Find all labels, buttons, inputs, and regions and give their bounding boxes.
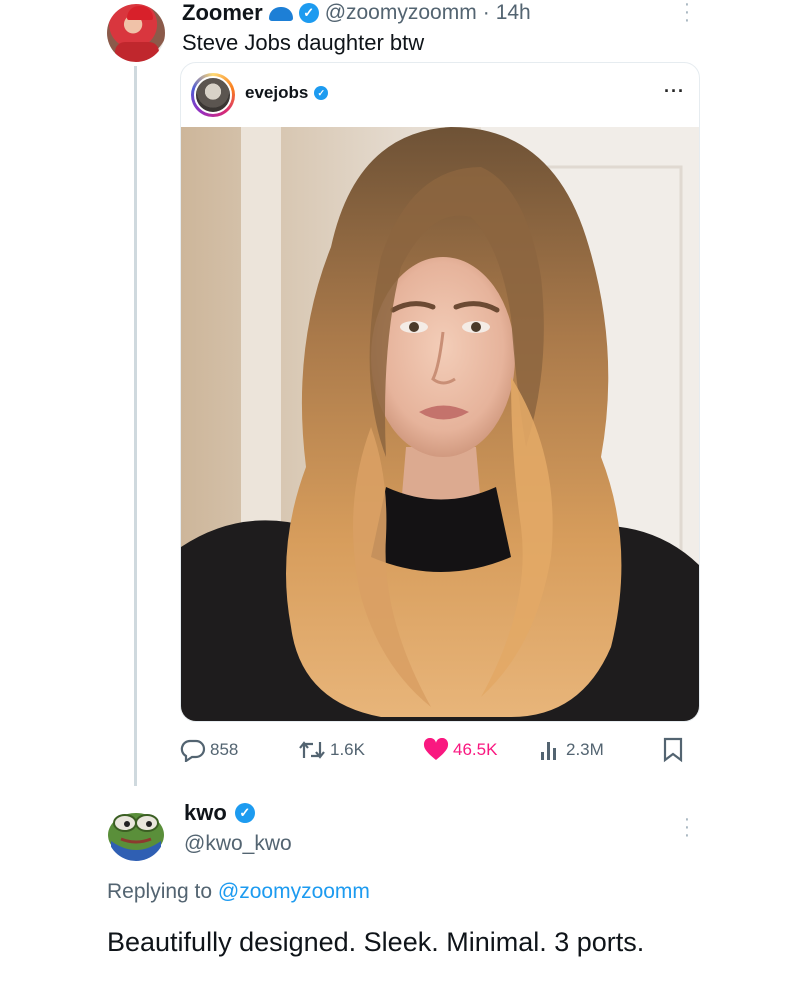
heart-icon bbox=[423, 738, 449, 760]
retweet-button[interactable]: 1.6K bbox=[298, 735, 365, 765]
tweet-action-bar: 858 1.6K 46.5K 2.3M bbox=[180, 735, 690, 765]
tweet-time[interactable]: 14h bbox=[496, 1, 531, 25]
more-horizontal-icon[interactable]: ··· bbox=[664, 81, 685, 102]
reply-button[interactable]: 858 bbox=[180, 735, 238, 765]
reply-author-handle[interactable]: @kwo_kwo bbox=[184, 832, 292, 856]
more-vertical-icon[interactable]: · · · bbox=[682, 0, 692, 30]
tweet-text: Steve Jobs daughter btw bbox=[182, 30, 425, 55]
retweet-icon bbox=[299, 741, 325, 759]
kwo-avatar[interactable] bbox=[107, 803, 165, 861]
post-photo[interactable] bbox=[181, 127, 699, 721]
replying-prefix: Replying to bbox=[107, 880, 213, 903]
instagram-story-ring[interactable] bbox=[191, 73, 235, 117]
reply-icon bbox=[180, 739, 206, 762]
views-count: 2.3M bbox=[566, 740, 604, 759]
instagram-username-row[interactable]: evejobs ✓ bbox=[245, 83, 329, 103]
portrait-image bbox=[181, 127, 699, 721]
blue-cap-emoji-icon bbox=[268, 7, 293, 21]
author-name[interactable]: Zoomer bbox=[182, 0, 263, 26]
cap-icon bbox=[127, 6, 153, 20]
more-vertical-icon[interactable]: · · · bbox=[682, 809, 692, 845]
views-button[interactable]: 2.3M bbox=[538, 735, 604, 765]
instagram-verified-icon: ✓ bbox=[314, 86, 329, 100]
tweet-header: Zoomer ✓ @zoomyzoomm · 14h bbox=[182, 0, 531, 26]
zoomer-avatar[interactable] bbox=[107, 4, 165, 62]
author-handle[interactable]: @zoomyzoomm bbox=[325, 1, 477, 25]
reply-verified-icon: ✓ bbox=[234, 803, 255, 823]
like-button[interactable]: 46.5K bbox=[423, 735, 497, 765]
shirt-shape bbox=[115, 42, 159, 62]
bookmark-icon bbox=[663, 737, 683, 763]
views-chart-icon bbox=[541, 742, 556, 760]
separator-dot: · bbox=[482, 1, 490, 24]
instagram-embed-card[interactable]: evejobs ✓ ··· bbox=[180, 62, 700, 722]
bookmark-button[interactable] bbox=[662, 735, 684, 765]
reply-author-row[interactable]: kwo ✓ bbox=[184, 800, 255, 826]
original-tweet: Zoomer ✓ @zoomyzoomm · 14h · · · Steve Job… bbox=[0, 0, 810, 790]
reply-text: Beautifully designed. Sleek. Minimal. 3 … bbox=[107, 927, 645, 957]
instagram-embed-header: evejobs ✓ ··· bbox=[181, 63, 699, 127]
verified-badge-icon: ✓ bbox=[298, 3, 319, 23]
instagram-username[interactable]: evejobs bbox=[245, 83, 308, 103]
frog-avatar-icon bbox=[108, 813, 164, 861]
reply-author-name[interactable]: kwo bbox=[184, 800, 227, 826]
like-count: 46.5K bbox=[453, 740, 498, 759]
thread-line bbox=[134, 66, 137, 786]
retweet-count: 1.6K bbox=[330, 740, 365, 759]
replying-mention[interactable]: @zoomyzoomm bbox=[218, 880, 370, 903]
evejobs-avatar bbox=[194, 76, 232, 114]
replying-to-line: Replying to @zoomyzoomm bbox=[107, 880, 370, 904]
reply-count: 858 bbox=[210, 740, 239, 759]
